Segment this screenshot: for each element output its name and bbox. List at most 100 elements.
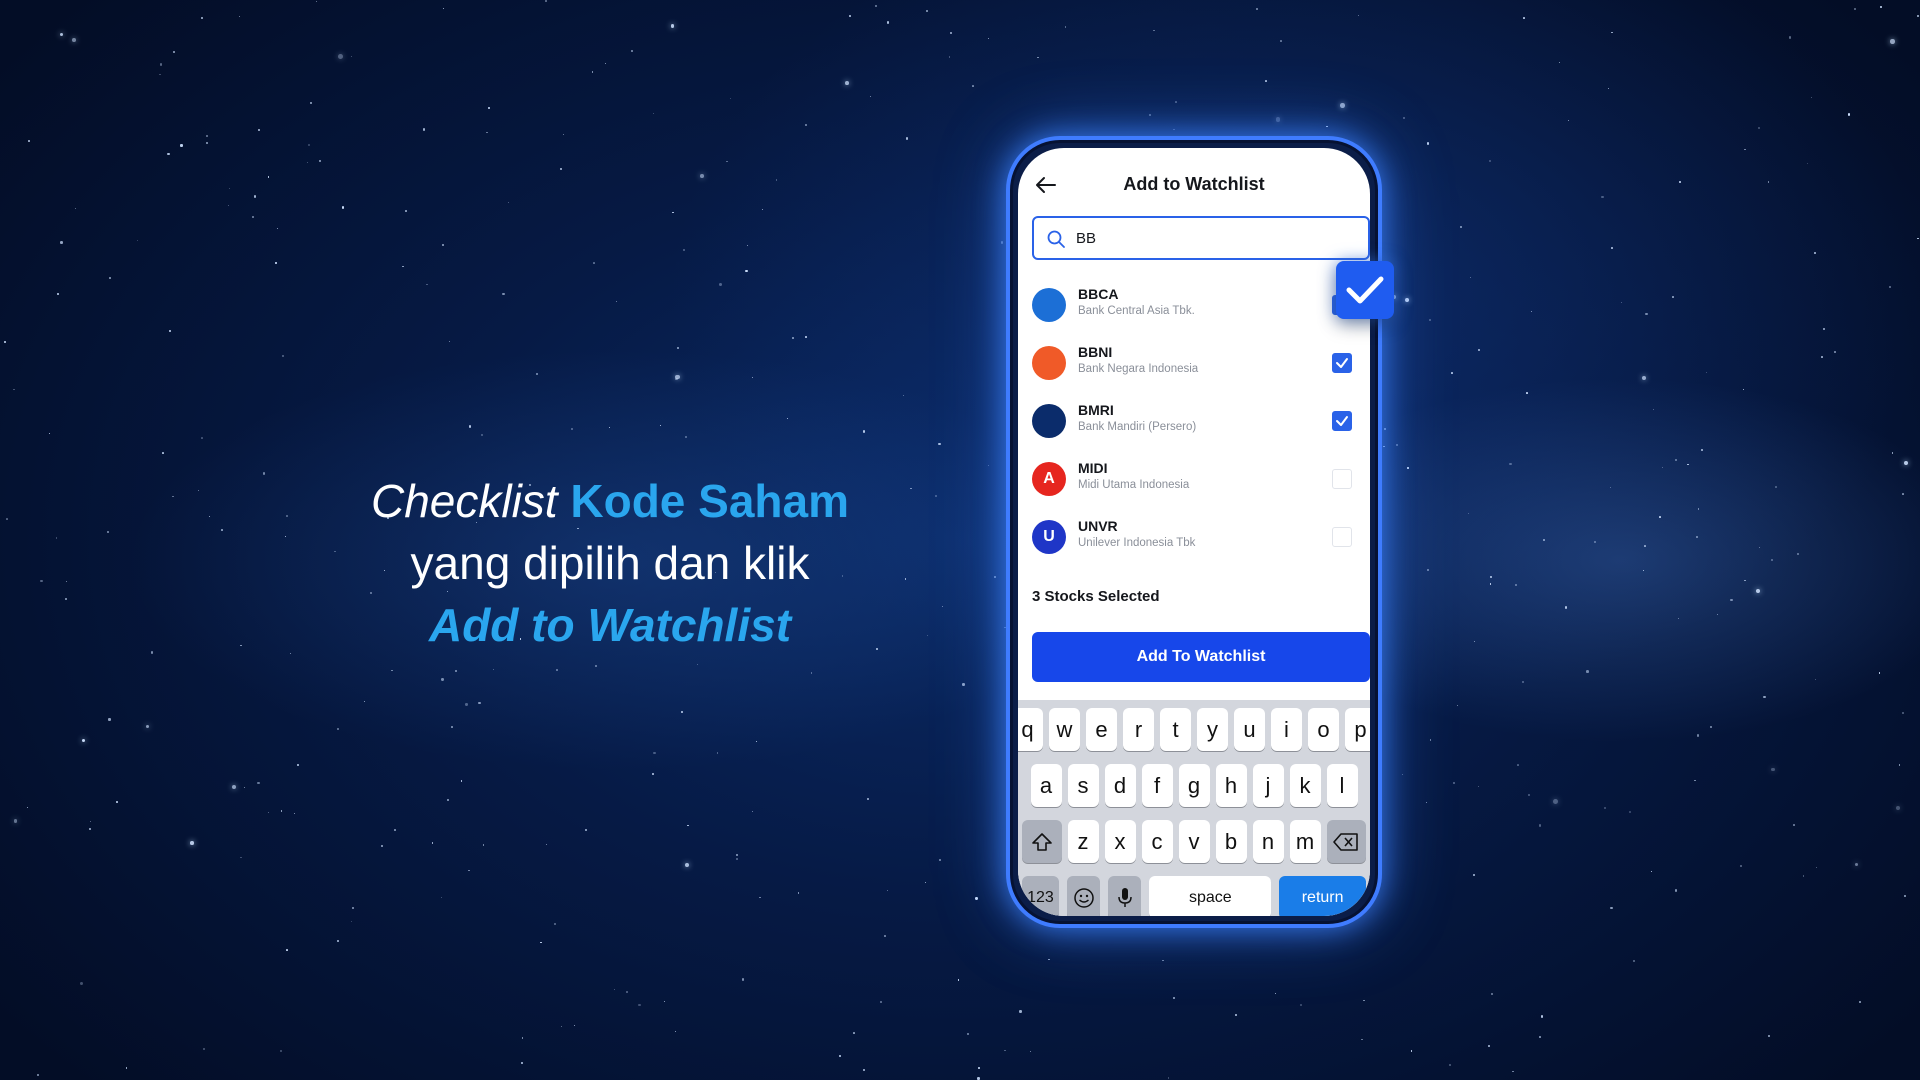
- star: [200, 17, 203, 20]
- add-to-watchlist-button[interactable]: Add To Watchlist: [1032, 632, 1370, 682]
- stock-logo-letter: U: [1043, 528, 1055, 545]
- star: [886, 21, 890, 24]
- star: [775, 179, 778, 181]
- star: [380, 844, 384, 847]
- headline-word-kode-saham: Kode Saham: [570, 475, 850, 527]
- star: [659, 424, 662, 427]
- stock-checkbox[interactable]: [1332, 527, 1352, 547]
- key-s[interactable]: s: [1067, 764, 1099, 807]
- star: [1607, 87, 1610, 90]
- key-m[interactable]: m: [1289, 820, 1321, 863]
- key-k[interactable]: k: [1289, 764, 1321, 807]
- star: [1601, 196, 1604, 199]
- star: [486, 131, 489, 134]
- stock-checkbox[interactable]: [1332, 411, 1352, 431]
- stock-name: Midi Utama Indonesia: [1078, 479, 1190, 491]
- key-b[interactable]: b: [1215, 820, 1247, 863]
- backspace-icon: [1333, 832, 1359, 851]
- key-n[interactable]: n: [1252, 820, 1284, 863]
- search-box[interactable]: [1032, 216, 1370, 260]
- star: [1235, 1014, 1238, 1017]
- star: [797, 892, 800, 895]
- star: [146, 724, 150, 728]
- key-a[interactable]: a: [1030, 764, 1062, 807]
- star: [675, 374, 680, 380]
- star: [1758, 546, 1761, 549]
- star: [1490, 993, 1494, 996]
- star: [1775, 485, 1777, 488]
- key-t[interactable]: t: [1160, 708, 1191, 751]
- key-l[interactable]: l: [1326, 764, 1358, 807]
- stock-row[interactable]: BBNI Bank Negara Indonesia: [1018, 334, 1370, 392]
- stock-logo: [1032, 288, 1066, 322]
- star: [180, 144, 183, 147]
- star: [1274, 992, 1277, 994]
- key-q[interactable]: q: [1018, 708, 1043, 751]
- star: [886, 889, 888, 891]
- star: [972, 84, 975, 87]
- star: [465, 703, 468, 706]
- key-j[interactable]: j: [1252, 764, 1284, 807]
- star: [228, 187, 231, 190]
- key-v[interactable]: v: [1178, 820, 1210, 863]
- headline: Checklist Kode Saham yang dipilih dan kl…: [330, 470, 890, 656]
- star: [1037, 56, 1039, 59]
- stock-row[interactable]: BMRI Bank Mandiri (Persero): [1018, 392, 1370, 450]
- star: [106, 531, 109, 534]
- key-c[interactable]: c: [1141, 820, 1173, 863]
- backspace-key[interactable]: [1326, 820, 1366, 863]
- emoji-key[interactable]: [1066, 876, 1101, 916]
- stock-name: Bank Negara Indonesia: [1078, 363, 1199, 375]
- key-i[interactable]: i: [1271, 708, 1302, 751]
- key-x[interactable]: x: [1104, 820, 1136, 863]
- key-f[interactable]: f: [1141, 764, 1173, 807]
- key-z[interactable]: z: [1067, 820, 1099, 863]
- key-r[interactable]: r: [1123, 708, 1154, 751]
- star: [1628, 811, 1632, 814]
- star: [209, 516, 211, 518]
- star: [988, 465, 990, 467]
- key-p[interactable]: p: [1345, 708, 1370, 751]
- star: [957, 978, 960, 981]
- star: [198, 489, 200, 491]
- star: [277, 227, 279, 229]
- star: [136, 239, 139, 242]
- star: [838, 1054, 842, 1058]
- star: [1916, 237, 1919, 240]
- checkmark-icon: [1346, 276, 1384, 304]
- stock-checkbox[interactable]: [1332, 353, 1352, 373]
- star: [481, 434, 483, 436]
- key-u[interactable]: u: [1234, 708, 1265, 751]
- key-g[interactable]: g: [1178, 764, 1210, 807]
- star: [60, 241, 63, 244]
- space-key[interactable]: space: [1149, 876, 1272, 916]
- key-e[interactable]: e: [1086, 708, 1117, 751]
- key-o[interactable]: o: [1308, 708, 1339, 751]
- stock-row[interactable]: A MIDI Midi Utama Indonesia: [1018, 450, 1370, 508]
- star: [570, 427, 573, 430]
- stock-row[interactable]: BBCA Bank Central Asia Tbk.: [1018, 276, 1370, 334]
- key-d[interactable]: d: [1104, 764, 1136, 807]
- star: [672, 211, 675, 214]
- star: [426, 283, 428, 286]
- return-key[interactable]: return: [1279, 876, 1366, 916]
- star: [1528, 794, 1531, 797]
- key-w[interactable]: w: [1049, 708, 1080, 751]
- star: [59, 32, 63, 36]
- star: [1361, 1038, 1363, 1041]
- star: [1586, 669, 1589, 673]
- star: [1822, 327, 1825, 330]
- microphone-key[interactable]: [1108, 876, 1142, 916]
- star: [1901, 492, 1904, 495]
- star: [1767, 181, 1770, 183]
- star: [1489, 159, 1492, 162]
- shift-key[interactable]: [1022, 820, 1062, 863]
- stock-row[interactable]: U UNVR Unilever Indonesia Tbk: [1018, 508, 1370, 566]
- star: [594, 664, 597, 667]
- stock-checkbox[interactable]: [1332, 469, 1352, 489]
- phone-frame: Add to Watchlist BBCA Bank Central Asia T…: [1006, 136, 1382, 928]
- key-y[interactable]: y: [1197, 708, 1228, 751]
- numbers-key[interactable]: 123: [1022, 876, 1059, 916]
- key-h[interactable]: h: [1215, 764, 1247, 807]
- search-input[interactable]: [1076, 218, 1356, 258]
